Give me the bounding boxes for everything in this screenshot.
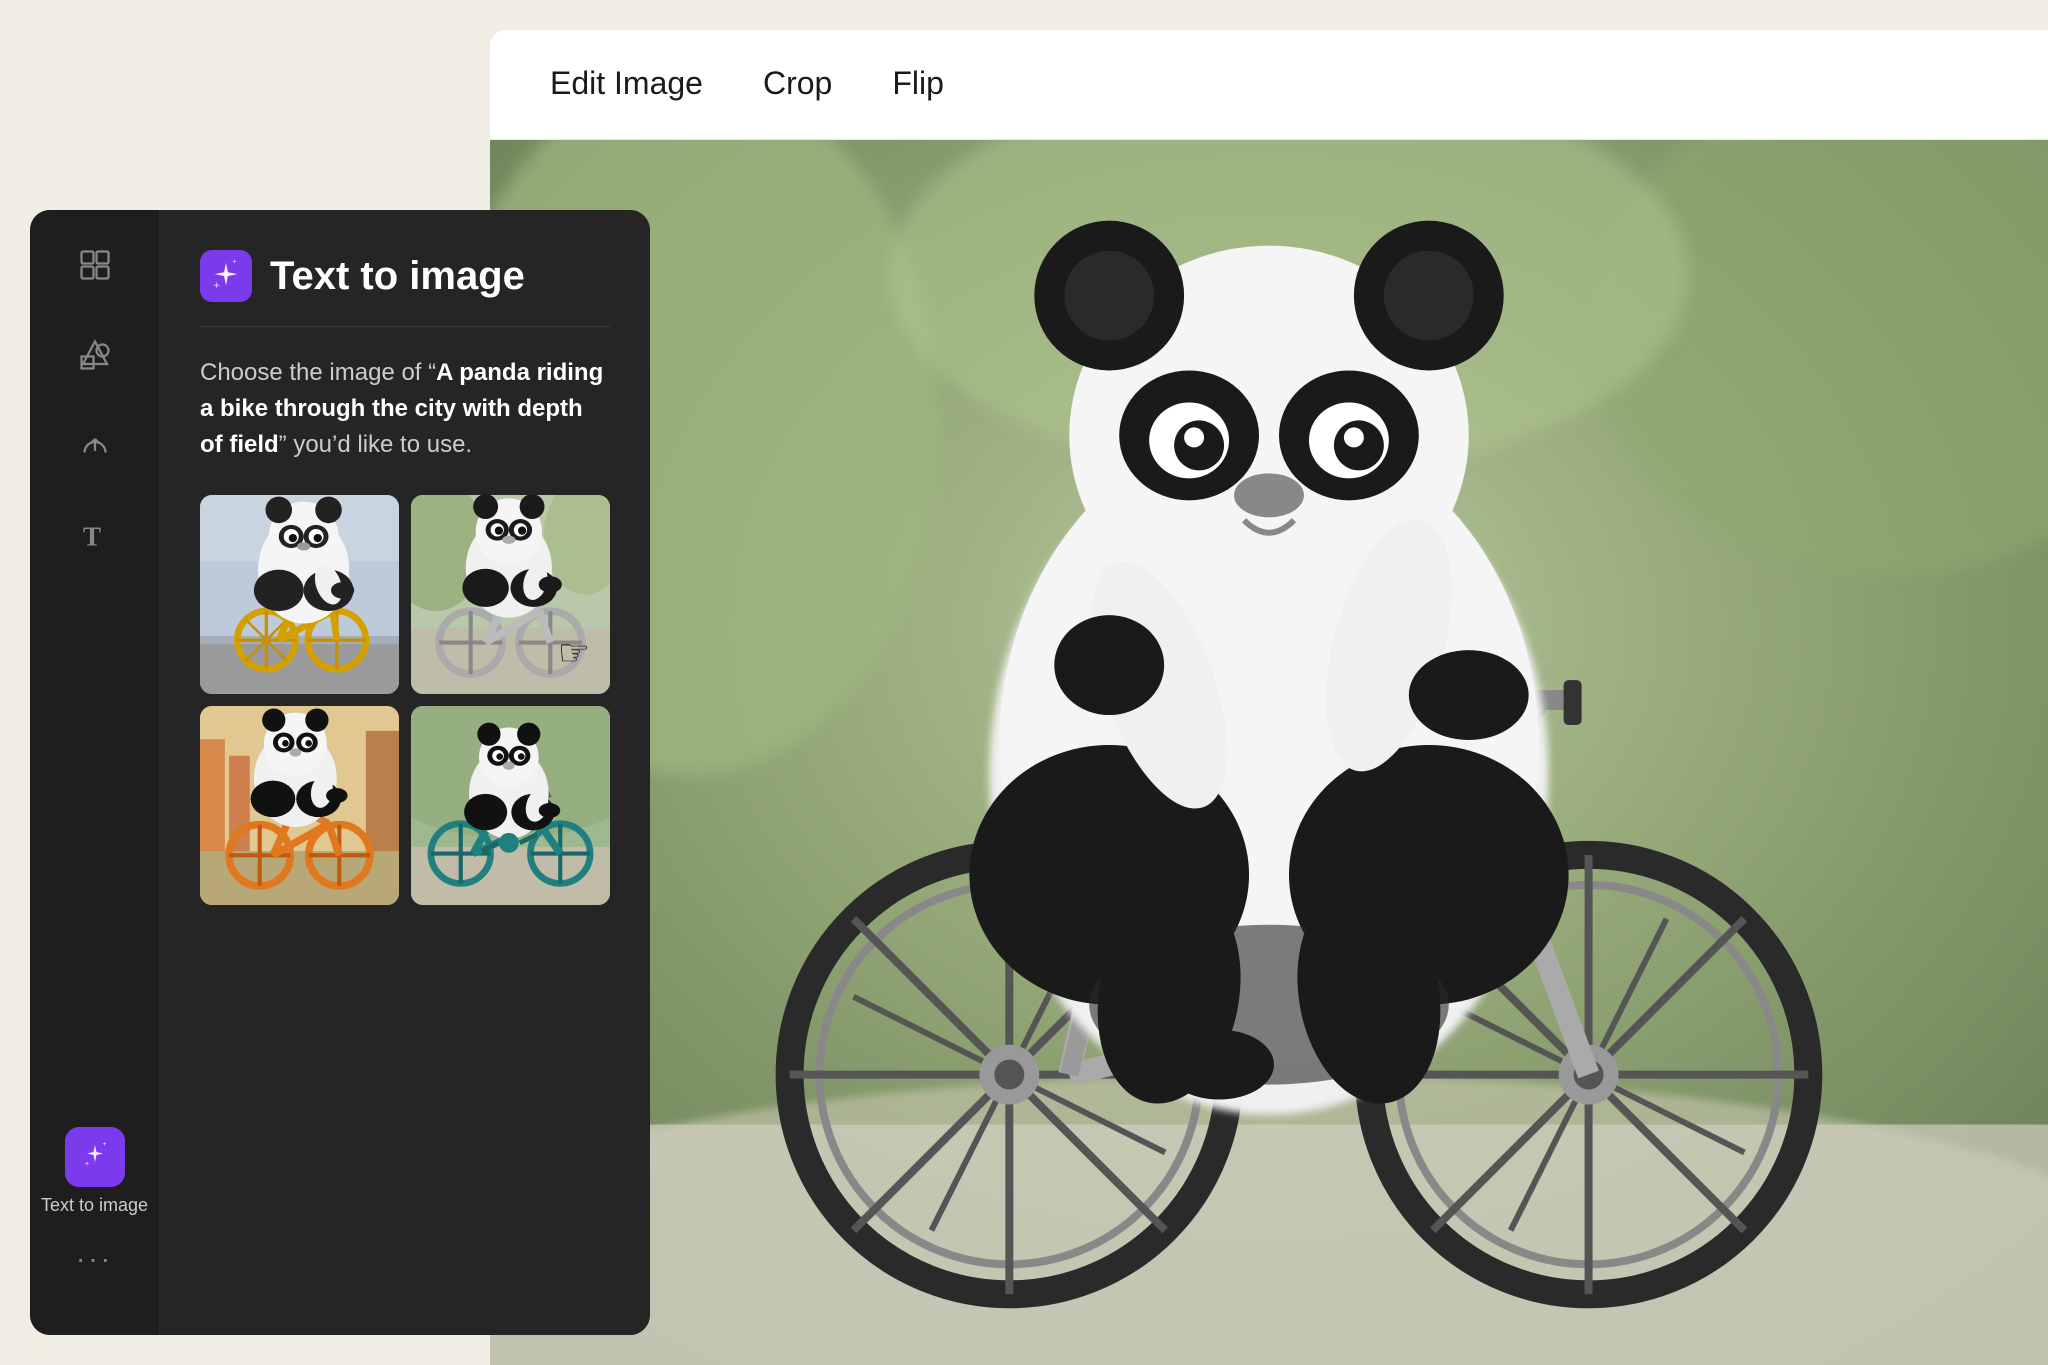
panel-divider bbox=[200, 326, 610, 327]
editor-image-container bbox=[490, 140, 2048, 1365]
sidebar-item-layout[interactable] bbox=[70, 240, 120, 290]
panel-description: Choose the image of “A panda riding a bi… bbox=[200, 355, 610, 463]
svg-text:T: T bbox=[83, 522, 101, 552]
sidebar: T Text to image ··· bbox=[30, 210, 160, 1335]
sidebar-more-button[interactable]: ··· bbox=[76, 1233, 113, 1285]
main-content: Text to image Choose the image of “A pan… bbox=[160, 210, 650, 1335]
grid-image-1[interactable] bbox=[200, 495, 399, 694]
panel-header: Text to image bbox=[200, 250, 610, 302]
crop-tab[interactable]: Crop bbox=[763, 55, 832, 115]
sidebar-item-upload[interactable] bbox=[70, 420, 120, 470]
grid-image-2[interactable]: ☞ bbox=[411, 495, 610, 694]
sidebar-item-text-to-image[interactable]: Text to image bbox=[41, 1127, 148, 1217]
grid-image-3[interactable] bbox=[200, 706, 399, 905]
panel-header-icon bbox=[200, 250, 252, 302]
sidebar-item-text[interactable]: T bbox=[70, 510, 120, 560]
sidebar-item-shapes[interactable] bbox=[70, 330, 120, 380]
left-panel: T Text to image ··· bbox=[30, 210, 650, 1335]
panda-main-image bbox=[490, 140, 2048, 1365]
panel-title: Text to image bbox=[270, 254, 525, 299]
sidebar-tti-label: Text to image bbox=[41, 1195, 148, 1217]
editor-toolbar: Edit Image Crop Flip bbox=[490, 30, 2048, 140]
edit-image-tab[interactable]: Edit Image bbox=[550, 55, 703, 115]
sidebar-bottom: Text to image ··· bbox=[41, 1127, 148, 1305]
grid-image-4[interactable] bbox=[411, 706, 610, 905]
text-to-image-icon bbox=[65, 1127, 125, 1187]
flip-tab[interactable]: Flip bbox=[892, 55, 944, 115]
image-editor-panel: Edit Image Crop Flip bbox=[490, 30, 2048, 1365]
image-grid: ☞ bbox=[200, 495, 610, 905]
